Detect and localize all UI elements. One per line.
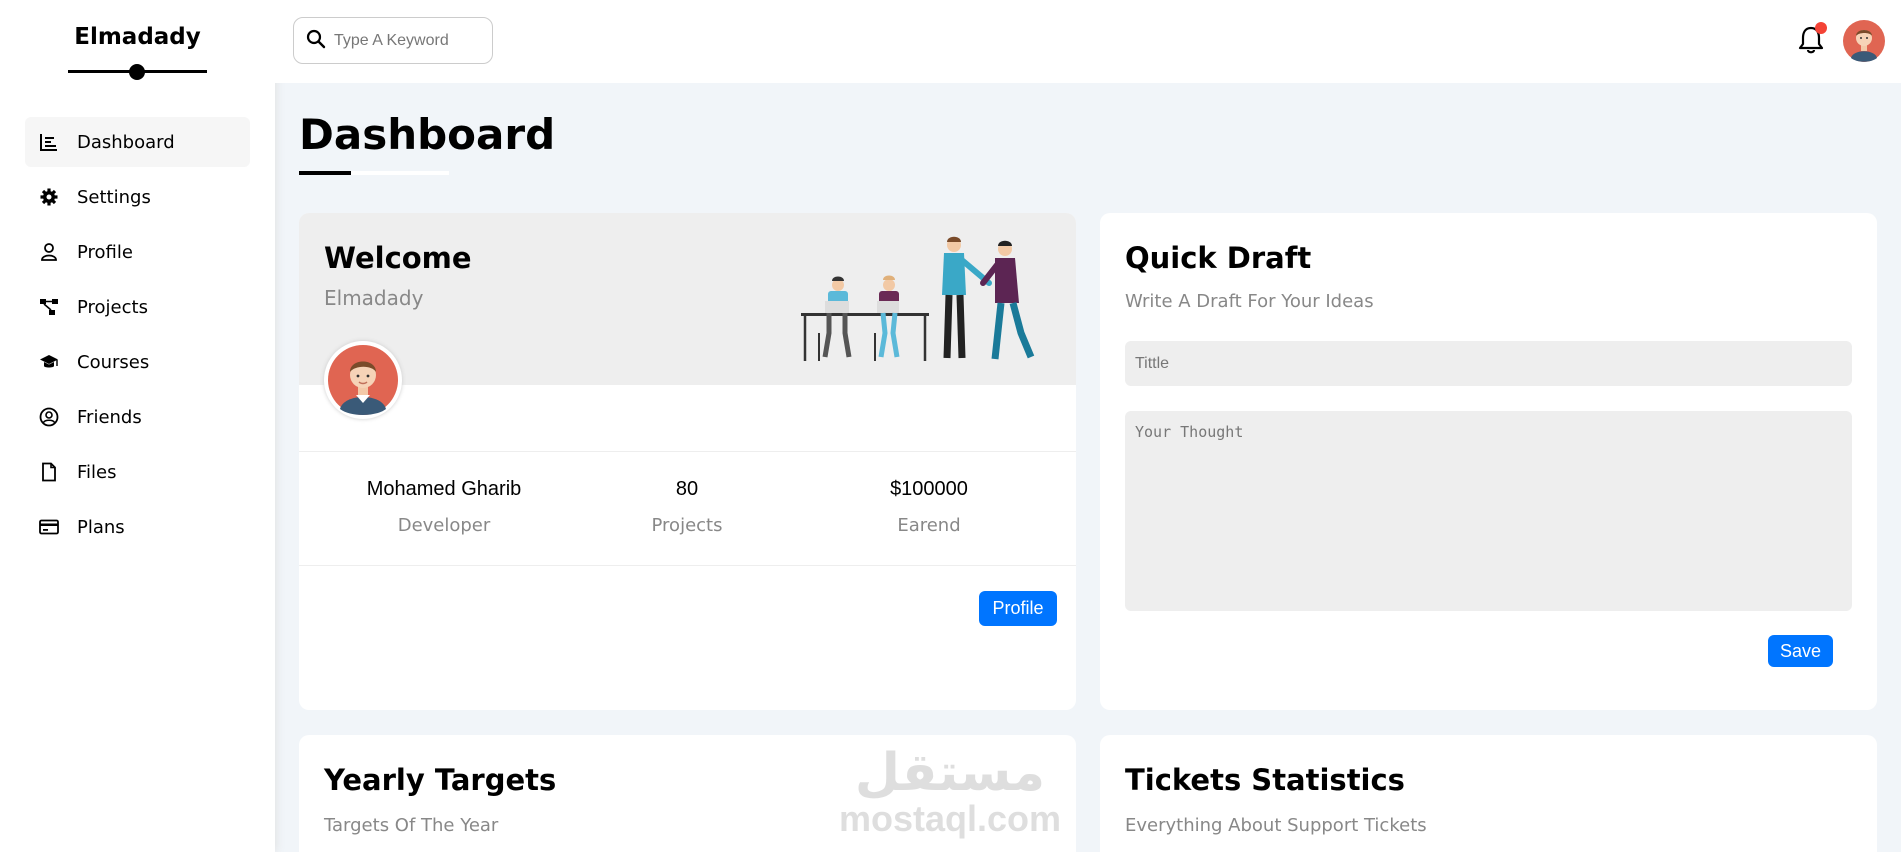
sidebar-nav: Dashboard Settings Profile Projects Cour… (25, 117, 250, 557)
welcome-title: Welcome (324, 241, 472, 275)
watermark: مستقل mostaql.com (830, 745, 1070, 837)
diagram-icon (39, 297, 59, 317)
divider (299, 565, 1076, 566)
divider (299, 451, 1076, 452)
sidebar-item-label: Profile (77, 241, 133, 263)
sidebar-item-label: Friends (77, 406, 142, 428)
sidebar-item-label: Plans (77, 516, 125, 538)
avatar[interactable] (1843, 20, 1885, 62)
stat-label: Earend (897, 515, 961, 536)
sidebar: Elmadady Dashboard Settings Profile Proj… (0, 0, 275, 852)
page-title-underline-accent (299, 171, 351, 175)
credit-card-icon (39, 517, 59, 537)
sidebar-item-label: Projects (77, 296, 148, 318)
search-input[interactable] (334, 31, 484, 50)
card-subtitle: Write A Draft For Your Ideas (1125, 291, 1374, 312)
file-icon (39, 462, 59, 482)
stat-earned: $100000 Earend (808, 478, 1050, 536)
sidebar-item-profile[interactable]: Profile (25, 227, 250, 277)
stat-label: Developer (397, 515, 491, 536)
sidebar-item-label: Courses (77, 351, 150, 373)
sidebar-item-projects[interactable]: Projects (25, 282, 250, 332)
sidebar-item-label: Files (77, 461, 117, 483)
card-title: Quick Draft (1125, 241, 1312, 275)
draft-body-textarea[interactable] (1125, 411, 1852, 611)
sidebar-item-settings[interactable]: Settings (25, 172, 250, 222)
draft-title-input[interactable] (1125, 341, 1852, 386)
stat-name: Mohamed Gharib Developer (323, 478, 565, 536)
page-title: Dashboard (299, 110, 556, 159)
sidebar-item-plans[interactable]: Plans (25, 502, 250, 552)
brand-dot (129, 64, 145, 80)
card-title: Yearly Targets (324, 763, 557, 797)
chart-icon (39, 132, 59, 152)
user-circle-icon (39, 407, 59, 427)
save-button[interactable]: Save (1768, 635, 1833, 667)
brand-name: Elmadady (74, 24, 201, 50)
search-box[interactable] (293, 17, 493, 64)
gear-icon (39, 187, 59, 207)
sidebar-item-label: Dashboard (77, 131, 175, 153)
watermark-latin: mostaql.com (838, 798, 1062, 839)
stat-label: Projects (651, 515, 723, 536)
profile-button[interactable]: Profile (979, 591, 1057, 626)
welcome-name: Elmadady (324, 286, 424, 310)
card-subtitle: Targets Of The Year (324, 815, 499, 836)
user-icon (39, 242, 59, 262)
sidebar-item-dashboard[interactable]: Dashboard (25, 117, 250, 167)
top-header (275, 0, 1901, 83)
tickets-statistics-card: Tickets Statistics Everything About Supp… (1100, 735, 1877, 852)
stat-value: $100000 (890, 478, 968, 500)
welcome-card: Welcome Elmadady Mohamed Gharib Develope… (299, 213, 1076, 710)
search-icon (306, 29, 326, 53)
sidebar-item-label: Settings (77, 186, 151, 208)
card-title: Tickets Statistics (1125, 763, 1405, 797)
sidebar-item-files[interactable]: Files (25, 447, 250, 497)
sidebar-item-friends[interactable]: Friends (25, 392, 250, 442)
graduation-cap-icon (39, 352, 59, 372)
team-illustration (801, 236, 1035, 361)
notifications-button[interactable] (1797, 22, 1827, 55)
watermark-arabic: مستقل (854, 743, 1046, 803)
stat-value: Mohamed Gharib (366, 478, 522, 500)
stat-projects: 80 Projects (566, 478, 808, 536)
stat-value: 80 (675, 478, 699, 500)
card-subtitle: Everything About Support Tickets (1125, 815, 1427, 836)
welcome-avatar (324, 341, 402, 419)
sidebar-item-courses[interactable]: Courses (25, 337, 250, 387)
quick-draft-card: Quick Draft Write A Draft For Your Ideas… (1100, 213, 1877, 710)
notification-badge (1815, 22, 1827, 34)
